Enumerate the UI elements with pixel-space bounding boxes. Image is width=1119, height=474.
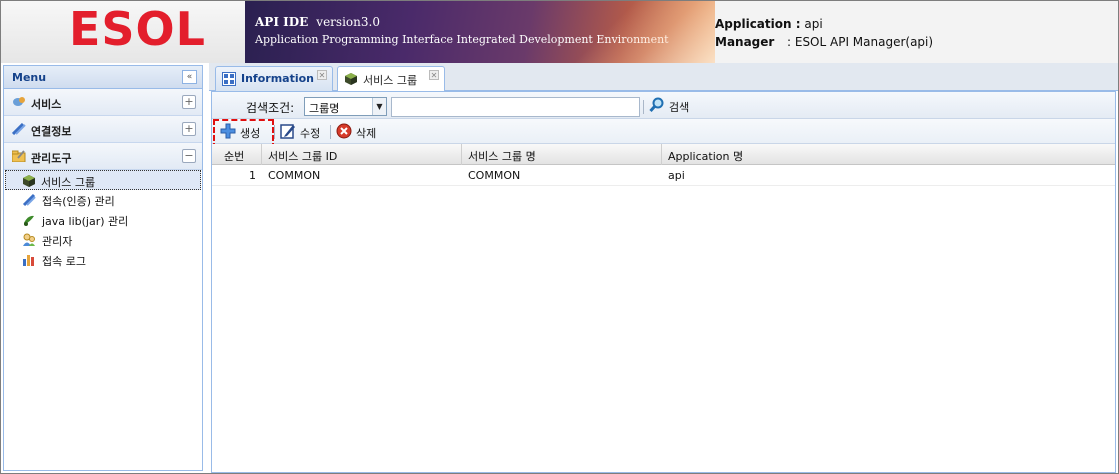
menu-item-label: 접속(인증) 관리 bbox=[42, 195, 115, 208]
select-value: 그룹명 bbox=[309, 102, 340, 115]
column-header-group-id[interactable]: 서비스 그룹 ID bbox=[262, 144, 462, 165]
menu-group-label: 연결정보 bbox=[31, 125, 72, 138]
menu-item-label: 접속 로그 bbox=[42, 255, 86, 268]
menu-item-service-group[interactable]: 서비스 그룹 bbox=[5, 170, 201, 190]
service-icon bbox=[13, 97, 25, 106]
application-label: Application : bbox=[715, 17, 801, 31]
tab-information[interactable]: Information ✕ bbox=[215, 66, 333, 91]
menu-item-label: 서비스 그룹 bbox=[41, 176, 96, 189]
divider bbox=[274, 125, 275, 139]
menu-header: Menu « bbox=[4, 66, 202, 89]
menu-group-admin-tools[interactable]: 관리도구 − bbox=[4, 143, 202, 170]
menu-group-label: 서비스 bbox=[31, 98, 62, 111]
application-value: api bbox=[804, 17, 823, 31]
divider bbox=[643, 100, 644, 114]
edit-icon bbox=[280, 124, 295, 139]
menu-group-connection[interactable]: 연결정보 + bbox=[4, 116, 202, 143]
manager-label: Manager bbox=[715, 35, 775, 49]
link-icon bbox=[22, 193, 36, 207]
esol-logo: ESOL bbox=[69, 2, 206, 56]
menu-item-label: java lib(jar) 관리 bbox=[42, 215, 129, 228]
menu-title: Menu bbox=[12, 71, 47, 84]
users-icon bbox=[23, 233, 35, 246]
search-condition-label: 검색조건: bbox=[246, 101, 295, 115]
menu-item-access-auth[interactable]: 접속(인증) 관리 bbox=[4, 190, 202, 210]
app-info: Application : api Manager : ESOL API Mana… bbox=[715, 15, 933, 51]
edit-button-label: 수정 bbox=[300, 127, 321, 140]
tab-label: Information bbox=[241, 72, 314, 85]
jar-icon bbox=[24, 215, 34, 226]
side-menu: Menu « 서비스 + 연결정보 + 관리도구 − 서비스 그룹 접속(인증)… bbox=[3, 65, 203, 471]
tab-service-group[interactable]: 서비스 그룹 ✕ bbox=[337, 66, 445, 92]
menu-group-label: 관리도구 bbox=[31, 152, 72, 165]
title-banner: API IDE version3.0 Application Programmin… bbox=[245, 1, 715, 63]
app-name: API IDE bbox=[255, 15, 309, 29]
table-row[interactable]: 1 COMMON COMMON api bbox=[212, 165, 1115, 186]
delete-icon bbox=[336, 123, 352, 139]
menu-item-java-lib[interactable]: java lib(jar) 관리 bbox=[4, 210, 202, 230]
delete-button-label: 삭제 bbox=[356, 127, 377, 140]
column-header-application-name[interactable]: Application 명 bbox=[662, 144, 1115, 165]
folder-icon bbox=[12, 150, 26, 162]
bar-chart-icon bbox=[23, 255, 34, 266]
app-window: ESOL API IDE version3.0 Application Progr… bbox=[0, 0, 1119, 474]
menu-item-access-log[interactable]: 접속 로그 bbox=[4, 250, 202, 270]
divider bbox=[330, 125, 331, 139]
service-group-panel: 검색조건: 그룹명 ▼ 검색 생성 수정 삭제 순번 서비스 그룹 ID 서비스… bbox=[211, 91, 1116, 473]
search-field-select[interactable]: 그룹명 ▼ bbox=[304, 97, 387, 116]
app-title: API IDE version3.0 bbox=[255, 15, 380, 29]
search-icon bbox=[649, 97, 664, 113]
cube-icon bbox=[23, 175, 35, 187]
column-header-group-name[interactable]: 서비스 그룹 명 bbox=[462, 144, 662, 165]
chevron-down-icon[interactable]: ▼ bbox=[372, 98, 386, 115]
logo-area: ESOL bbox=[1, 1, 245, 63]
tab-label: 서비스 그룹 bbox=[363, 74, 418, 87]
cell-group-name: COMMON bbox=[468, 169, 521, 182]
connection-icon bbox=[12, 123, 26, 135]
collapse-button[interactable]: − bbox=[182, 149, 196, 163]
cell-group-id: COMMON bbox=[268, 169, 321, 182]
grid-icon bbox=[222, 72, 236, 86]
cell-seq: 1 bbox=[249, 169, 256, 182]
menu-item-administrator[interactable]: 관리자 bbox=[4, 230, 202, 250]
search-button-label: 검색 bbox=[669, 101, 690, 114]
header: ESOL API IDE version3.0 Application Progr… bbox=[1, 1, 1118, 63]
grid-header: 순번 서비스 그룹 ID 서비스 그룹 명 Application 명 bbox=[212, 144, 1115, 165]
search-input[interactable] bbox=[391, 97, 640, 117]
menu-group-service[interactable]: 서비스 + bbox=[4, 89, 202, 116]
search-bar: 검색조건: 그룹명 ▼ 검색 bbox=[212, 92, 1115, 119]
expand-button[interactable]: + bbox=[182, 122, 196, 136]
expand-button[interactable]: + bbox=[182, 95, 196, 109]
column-header-seq[interactable]: 순번 bbox=[212, 144, 262, 165]
close-icon[interactable]: ✕ bbox=[429, 70, 439, 80]
close-icon[interactable]: ✕ bbox=[317, 70, 327, 80]
app-version: version3.0 bbox=[316, 15, 380, 29]
menu-item-label: 관리자 bbox=[42, 235, 73, 248]
app-subtitle: Application Programming Interface Integr… bbox=[255, 33, 669, 46]
cell-application-name: api bbox=[668, 169, 685, 182]
cube-icon bbox=[345, 73, 357, 85]
tab-bar: Information ✕ 서비스 그룹 ✕ bbox=[209, 63, 1118, 92]
toolbar: 생성 수정 삭제 bbox=[212, 119, 1115, 149]
manager-value: : ESOL API Manager(api) bbox=[787, 35, 934, 49]
collapse-menu-button[interactable]: « bbox=[182, 70, 197, 84]
main-area: Information ✕ 서비스 그룹 ✕ 검색조건: 그룹명 ▼ 검색 생성… bbox=[209, 63, 1118, 473]
